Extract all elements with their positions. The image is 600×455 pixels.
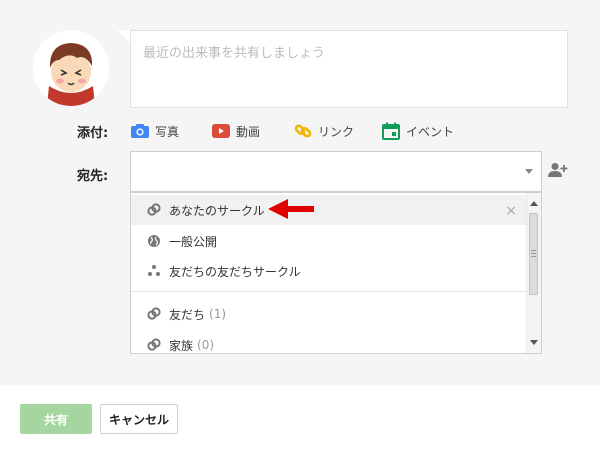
post-placeholder: 最近の出来事を共有しましょう (143, 46, 326, 61)
dropdown-option-friends[interactable]: 友だち (1) (131, 299, 527, 329)
dropdown-option-your-circles[interactable]: あなたのサークル × (131, 195, 527, 225)
add-person-icon (548, 163, 568, 177)
post-input[interactable]: 最近の出来事を共有しましょう (130, 30, 568, 108)
dropdown-option-public[interactable]: 一般公開 (131, 226, 527, 256)
grip-line (531, 256, 536, 257)
calendar-icon (382, 122, 400, 140)
dropdown-scrollbar[interactable] (526, 193, 541, 353)
recipients-dropdown: あなたのサークル × 一般公開 友だちの友だちサークル 友だち (1) 家族 (… (130, 192, 542, 354)
dropdown-option-label: 友だち (169, 307, 206, 322)
youtube-icon (212, 124, 230, 138)
close-icon[interactable]: × (505, 203, 517, 219)
camera-icon (131, 124, 149, 138)
scroll-up-icon[interactable] (530, 201, 538, 206)
avatar-illustration (33, 30, 109, 106)
grip-line (531, 253, 536, 254)
dropdown-option-family[interactable]: 家族 (0) (131, 330, 527, 353)
dropdown-option-label: あなたのサークル (169, 203, 265, 218)
attach-photo-label: 写真 (155, 124, 180, 139)
annotation-arrow-icon (268, 198, 316, 224)
add-person-button[interactable] (548, 162, 568, 182)
cancel-button[interactable]: キャンセル (100, 404, 178, 434)
avatar[interactable] (33, 30, 109, 106)
attach-video-label: 動画 (236, 124, 261, 139)
attach-photo-button[interactable]: 写真 (131, 120, 179, 142)
attach-link-button[interactable]: リンク (294, 120, 354, 142)
attach-event-button[interactable]: イベント (382, 120, 454, 142)
circle-link-icon (147, 307, 161, 320)
post-box-pointer (117, 30, 131, 44)
grip-line (531, 250, 536, 251)
recipients-label: 宛先: (77, 169, 109, 184)
dropdown-option-label: 一般公開 (169, 234, 218, 249)
extended-circles-icon (148, 265, 160, 276)
dropdown-option-count: (1) (209, 307, 227, 321)
circle-link-icon (147, 203, 161, 216)
dropdown-option-extended-circles[interactable]: 友だちの友だちサークル (131, 256, 527, 286)
recipients-input[interactable] (130, 151, 542, 192)
attach-video-button[interactable]: 動画 (212, 120, 260, 142)
link-icon (294, 124, 312, 138)
dropdown-option-label: 家族 (169, 338, 194, 353)
share-button[interactable]: 共有 (20, 404, 92, 434)
scroll-down-icon[interactable] (530, 340, 538, 345)
dropdown-divider (131, 291, 527, 292)
dropdown-option-count: (0) (197, 338, 215, 352)
attach-label: 添付: (77, 126, 109, 141)
chevron-down-icon[interactable] (525, 169, 533, 174)
attach-link-label: リンク (318, 124, 355, 139)
globe-icon (148, 235, 160, 247)
circle-link-icon (147, 338, 161, 351)
attach-event-label: イベント (406, 124, 455, 139)
scrollbar-thumb[interactable] (529, 213, 538, 295)
dropdown-option-label: 友だちの友だちサークル (169, 264, 301, 279)
